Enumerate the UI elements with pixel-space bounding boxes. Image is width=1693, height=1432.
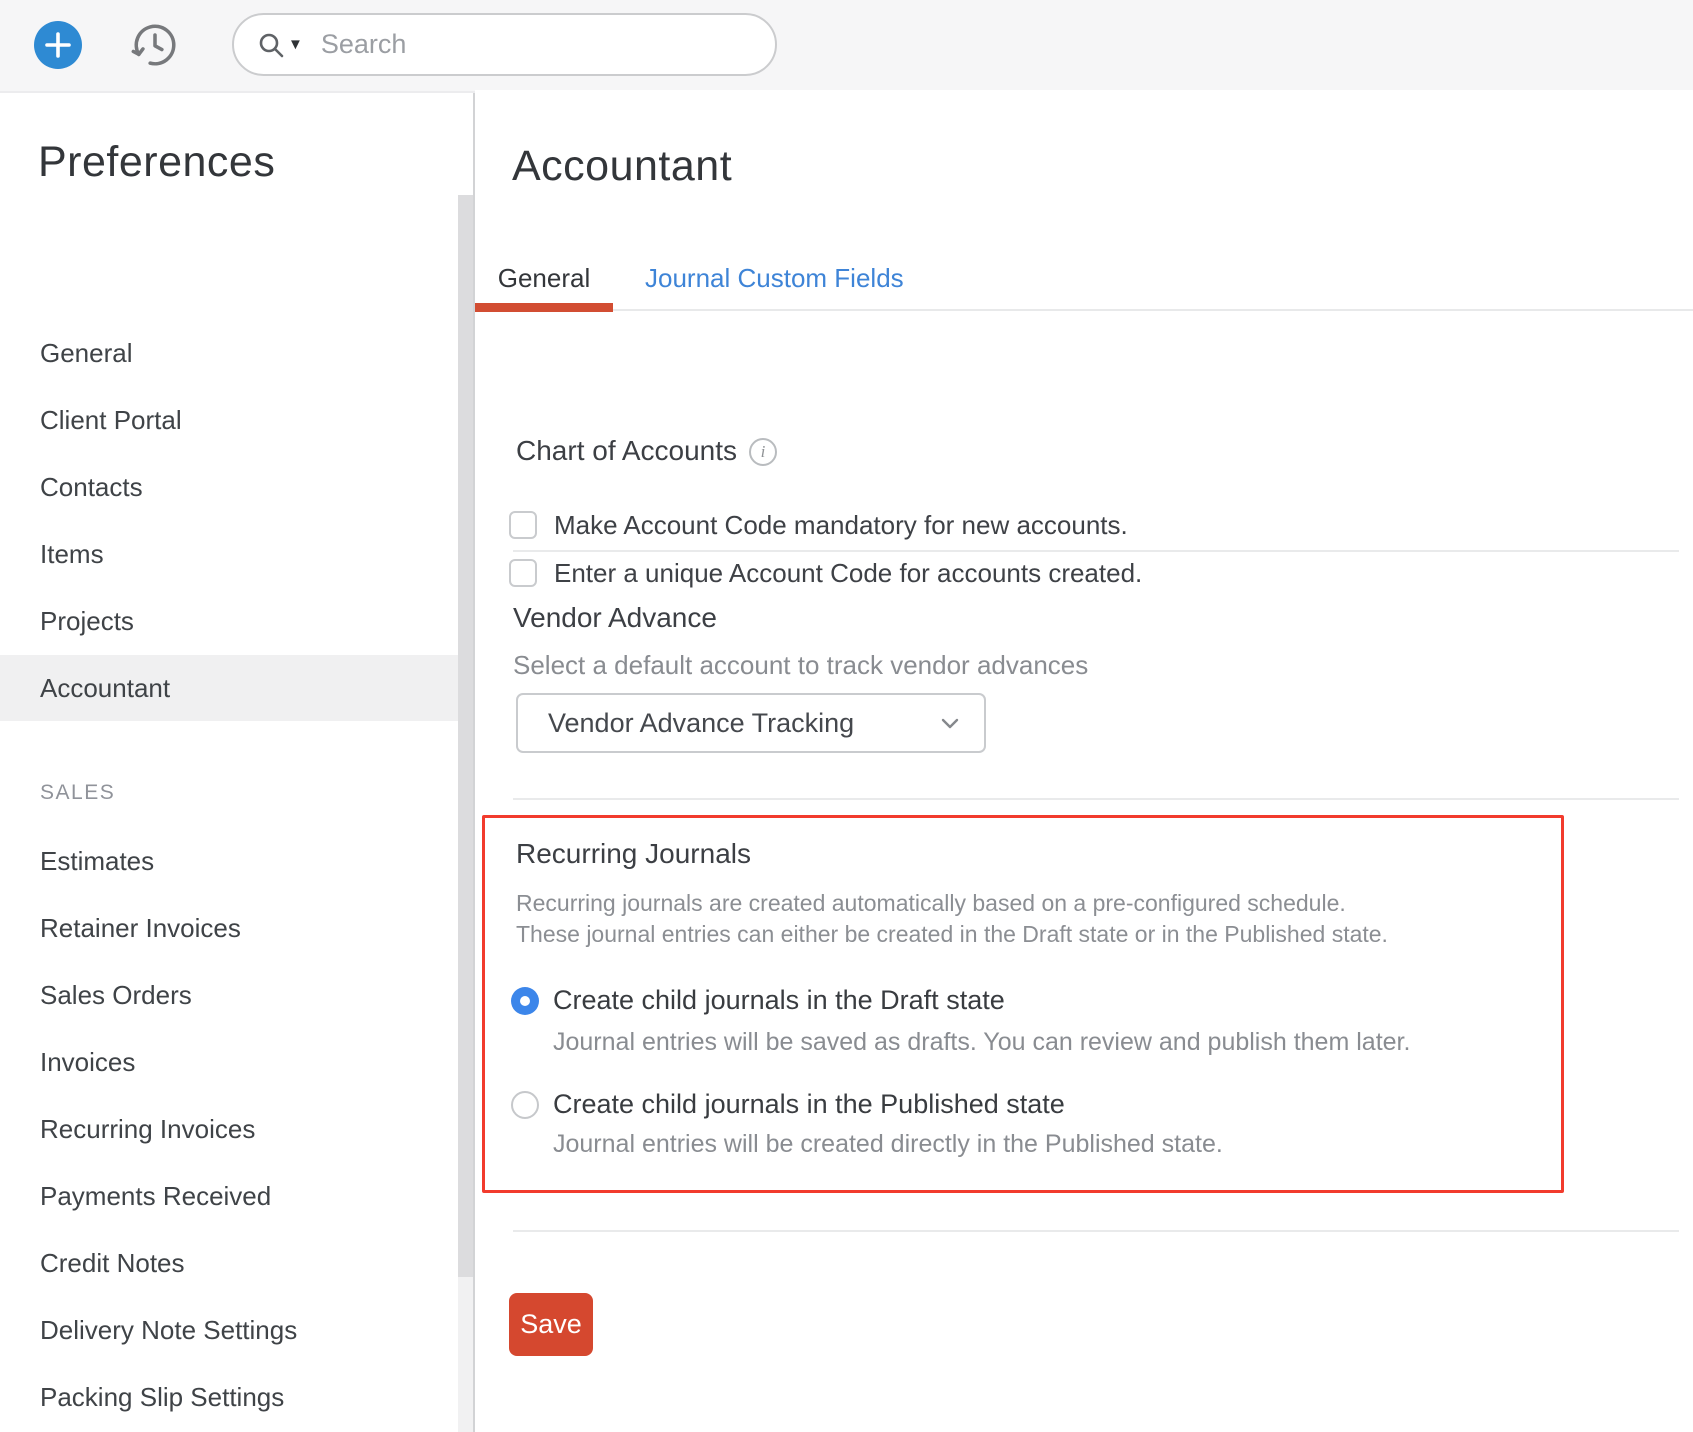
draft-state-radio[interactable] [511, 987, 539, 1015]
plus-icon [34, 21, 82, 69]
sidebar-item-recurring-invoices[interactable]: Recurring Invoices [0, 1096, 458, 1162]
sidebar-item-projects[interactable]: Projects [0, 588, 458, 654]
sidebar-section-sales: SALES [0, 760, 458, 826]
search-bar[interactable]: ▼ [232, 13, 777, 76]
sidebar-item-general[interactable]: General [0, 320, 458, 386]
recurring-journals-desc-line2: These journal entries can either be crea… [516, 921, 1388, 948]
published-state-option[interactable]: Create child journals in the Published s… [511, 1089, 1065, 1120]
tab-journal-custom-fields[interactable]: Journal Custom Fields [645, 245, 904, 311]
unique-account-code-label: Enter a unique Account Code for accounts… [554, 558, 1142, 589]
section-divider [513, 798, 1679, 800]
sidebar-item-client-portal[interactable]: Client Portal [0, 387, 458, 453]
sidebar-item-payments-received[interactable]: Payments Received [0, 1163, 458, 1229]
search-input[interactable] [307, 29, 775, 60]
vendor-advance-account-value: Vendor Advance Tracking [548, 708, 938, 739]
sidebar-item-sales-orders[interactable]: Sales Orders [0, 962, 458, 1028]
recurring-journals-heading: Recurring Journals [516, 838, 751, 870]
draft-state-option[interactable]: Create child journals in the Draft state [511, 985, 1005, 1016]
section-divider [513, 1230, 1679, 1232]
chevron-down-icon [938, 711, 962, 735]
app-window: ▼ Preferences General Client Portal Cont… [0, 0, 1693, 1432]
page-title: Accountant [512, 142, 732, 191]
sidebar-scrollbar-track[interactable] [458, 1277, 473, 1432]
preferences-sidebar: Preferences General Client Portal Contac… [0, 93, 458, 1432]
sidebar-item-packing-slip-settings[interactable]: Packing Slip Settings [0, 1364, 458, 1430]
unique-account-code-option[interactable]: Enter a unique Account Code for accounts… [509, 558, 1142, 588]
info-icon[interactable]: i [749, 438, 777, 466]
published-state-label: Create child journals in the Published s… [553, 1089, 1065, 1120]
published-state-description: Journal entries will be created directly… [553, 1130, 1223, 1159]
sidebar-scrollbar-thumb[interactable] [458, 195, 473, 1277]
search-icon [256, 30, 286, 60]
save-button[interactable]: Save [509, 1293, 593, 1356]
history-clock-icon [130, 20, 180, 70]
sidebar-item-contacts[interactable]: Contacts [0, 454, 458, 520]
sidebar-item-estimates[interactable]: Estimates [0, 828, 458, 894]
published-state-radio[interactable] [511, 1091, 539, 1119]
accountant-settings-panel: Accountant General Journal Custom Fields… [475, 90, 1693, 1432]
add-new-button[interactable] [34, 21, 82, 69]
sidebar-item-delivery-note-settings[interactable]: Delivery Note Settings [0, 1297, 458, 1363]
vendor-advance-heading: Vendor Advance [513, 602, 717, 634]
recurring-journals-desc-line1: Recurring journals are created automatic… [516, 890, 1346, 917]
active-tab-underline [475, 303, 613, 312]
sidebar-title: Preferences [38, 138, 275, 187]
sidebar-item-invoices[interactable]: Invoices [0, 1029, 458, 1095]
draft-state-description: Journal entries will be saved as drafts.… [553, 1028, 1410, 1057]
chart-of-accounts-heading-text: Chart of Accounts [516, 435, 737, 466]
account-code-mandatory-checkbox[interactable] [509, 511, 537, 539]
vendor-advance-hint: Select a default account to track vendor… [513, 650, 1088, 681]
search-scope-caret-icon[interactable]: ▼ [288, 37, 303, 52]
tab-general[interactable]: General [475, 245, 613, 311]
account-code-mandatory-option[interactable]: Make Account Code mandatory for new acco… [509, 510, 1128, 540]
section-divider [513, 550, 1679, 552]
account-code-mandatory-label: Make Account Code mandatory for new acco… [554, 510, 1128, 541]
sidebar-item-credit-notes[interactable]: Credit Notes [0, 1230, 458, 1296]
draft-state-label: Create child journals in the Draft state [553, 985, 1005, 1016]
vendor-advance-account-select[interactable]: Vendor Advance Tracking [516, 693, 986, 753]
unique-account-code-checkbox[interactable] [509, 559, 537, 587]
chart-of-accounts-heading: Chart of Accounts i [516, 435, 777, 467]
sidebar-item-items[interactable]: Items [0, 521, 458, 587]
sidebar-item-accountant[interactable]: Accountant [0, 655, 458, 721]
recent-activities-button[interactable] [130, 20, 180, 70]
topbar: ▼ [0, 0, 1693, 93]
sidebar-item-retainer-invoices[interactable]: Retainer Invoices [0, 895, 458, 961]
